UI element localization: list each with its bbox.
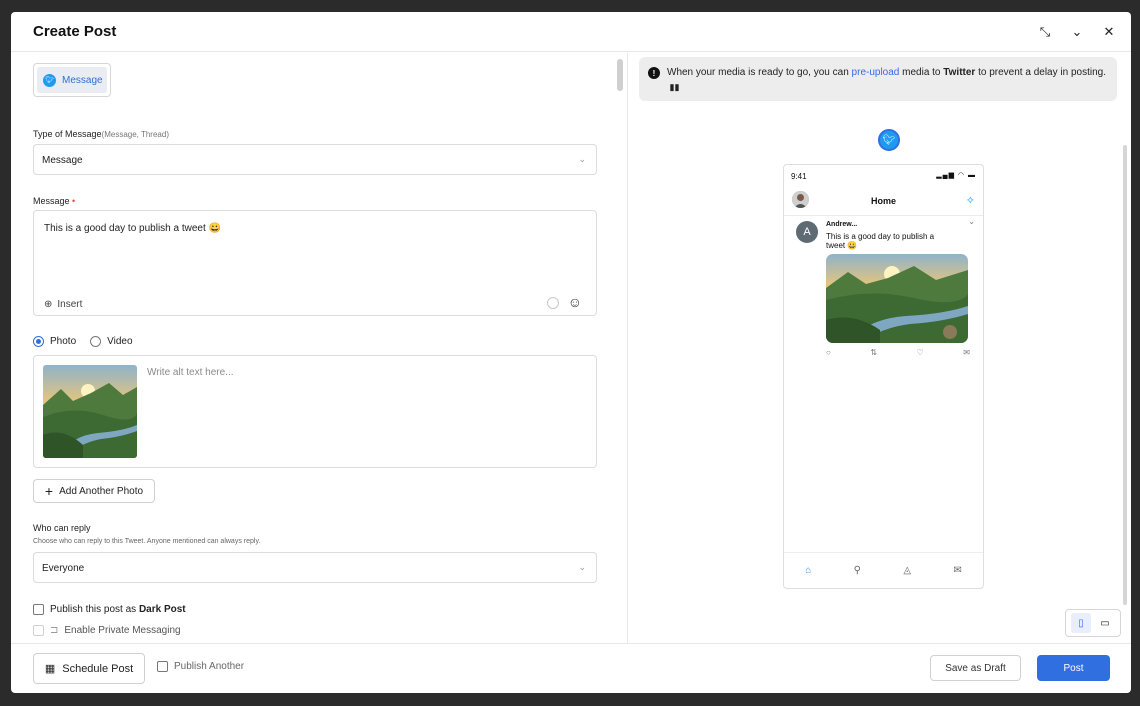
tweet-author-name: Andrew... <box>826 221 858 228</box>
retweet-icon: ⇅ <box>870 348 878 357</box>
tweet-preview-phone: 9:41 ▂▄▆ ◠ ▬ Home ✧ A Andrew... ⌄ This i… <box>783 164 984 589</box>
private-messaging-checkbox-row[interactable]: ⊐ Enable Private Messaging <box>33 625 181 636</box>
who-can-reply-select[interactable]: Everyone ⌄ <box>33 552 597 583</box>
like-icon: ♡ <box>916 348 924 357</box>
book-icon: ▮▮ <box>667 82 680 92</box>
sparkle-icon: ✧ <box>965 195 975 207</box>
search-icon: ⚲ <box>853 565 861 576</box>
plus-icon: + <box>44 483 54 499</box>
who-can-reply-help: Choose who can reply to this Tweet. Anyo… <box>33 538 261 545</box>
alt-text-input[interactable]: Write alt text here... <box>147 367 234 378</box>
twitter-icon: 🐦︎ <box>43 73 56 87</box>
tweet-text: This is a good day to publish a tweet 😀 <box>826 232 935 250</box>
mobile-view-icon[interactable]: ▯ <box>1071 613 1091 633</box>
add-another-photo-button[interactable]: + Add Another Photo <box>33 479 155 503</box>
private-messaging-checkbox[interactable] <box>33 625 44 636</box>
radio-checked-icon <box>33 336 44 347</box>
mail-icon: ✉ <box>953 565 962 576</box>
message-label: Message • <box>33 196 76 206</box>
message-text: This is a good day to publish a tweet 😀 <box>44 223 221 234</box>
attached-photo-thumbnail[interactable] <box>43 365 137 458</box>
home-icon: ⌂ <box>805 565 812 576</box>
plus-circle-icon: ⊕ <box>44 299 53 310</box>
channel-message-button[interactable]: 🐦︎ Message <box>33 63 111 97</box>
video-radio[interactable]: Video <box>90 336 133 347</box>
chevron-down-icon: ⌄ <box>578 154 586 164</box>
insert-button[interactable]: ⊕ Insert <box>44 299 82 310</box>
phone-status-icons: ▂▄▆ ◠ ▬ <box>936 172 976 179</box>
bell-icon: ◬ <box>903 565 912 576</box>
preview-panel: ! When your media is ready to go, you ca… <box>628 53 1131 643</box>
message-textarea[interactable]: This is a good day to publish a tweet 😀 … <box>33 210 597 316</box>
who-can-reply-value: Everyone <box>42 563 85 574</box>
calendar-icon: ▦ <box>44 663 56 675</box>
pre-upload-link[interactable]: pre-upload <box>852 67 900 78</box>
message-bubble-icon: ⊐ <box>50 625 59 636</box>
emoji-icon[interactable]: ☺ <box>568 294 582 310</box>
media-type-radios: Photo Video <box>33 336 133 347</box>
type-of-message-label: Type of Message(Message, Thread) <box>33 129 169 139</box>
tweet-author-avatar: A <box>796 221 818 243</box>
character-counter-icon <box>547 297 559 309</box>
modal-header: Create Post ⤡ ⌄ ✕ <box>11 12 1131 52</box>
modal-footer: ▦ Schedule Post Publish Another Save as … <box>11 643 1131 693</box>
photo-attachment-box: Write alt text here... <box>33 355 597 468</box>
radio-unchecked-icon <box>90 336 102 347</box>
tweet-image <box>826 254 968 343</box>
collapse-icon[interactable]: ⤡ <box>1037 24 1053 40</box>
chevron-down-icon: ⌄ <box>968 217 975 226</box>
tweet-actions: ○ ⇅ ♡ ✉ <box>826 348 970 357</box>
close-icon[interactable]: ✕ <box>1101 24 1117 40</box>
chevron-down-icon[interactable]: ⌄ <box>1069 24 1085 40</box>
divider <box>784 215 983 216</box>
save-as-draft-button[interactable]: Save as Draft <box>930 655 1021 681</box>
desktop-view-icon[interactable]: ▭ <box>1095 613 1115 633</box>
dark-post-checkbox-row[interactable]: Publish this post as Dark Post <box>33 604 186 615</box>
device-toggle: ▯ ▭ <box>1065 609 1121 637</box>
publish-another-checkbox[interactable] <box>157 661 168 672</box>
page-title: Create Post <box>33 23 117 40</box>
editor-panel: 🐦︎ Message Type of Message(Message, Thre… <box>11 53 627 641</box>
phone-home-title: Home <box>870 196 896 206</box>
schedule-post-button[interactable]: ▦ Schedule Post <box>33 653 145 684</box>
reply-icon: ○ <box>826 348 831 357</box>
private-messaging-label: Enable Private Messaging <box>64 625 181 636</box>
preview-scrollbar[interactable] <box>1123 145 1127 605</box>
publish-another-row[interactable]: Publish Another <box>157 661 244 672</box>
header-actions: ⤡ ⌄ ✕ <box>1037 24 1117 40</box>
create-post-modal: Create Post ⤡ ⌄ ✕ 🐦︎ Message Type of Mes… <box>11 12 1131 693</box>
pre-upload-info-banner: ! When your media is ready to go, you ca… <box>639 57 1117 101</box>
who-can-reply-label: Who can reply <box>33 523 91 533</box>
twitter-channel-icon[interactable]: 🐦︎ <box>878 129 900 151</box>
dark-post-checkbox[interactable] <box>33 604 44 615</box>
chevron-down-icon: ⌄ <box>578 562 586 572</box>
type-of-message-value: Message <box>42 155 83 166</box>
alert-icon: ! <box>648 67 660 79</box>
phone-time: 9:41 <box>791 172 807 181</box>
phone-bottom-nav: ⌂ ⚲ ◬ ✉ <box>784 552 983 588</box>
type-of-message-select[interactable]: Message ⌄ <box>33 144 597 175</box>
dark-post-label: Publish this post as Dark Post <box>50 604 186 615</box>
post-button[interactable]: Post <box>1037 655 1110 681</box>
channel-label: Message <box>62 74 103 86</box>
editor-scrollbar[interactable] <box>617 59 623 91</box>
photo-radio[interactable]: Photo <box>33 336 76 347</box>
share-icon: ✉ <box>963 348 970 357</box>
